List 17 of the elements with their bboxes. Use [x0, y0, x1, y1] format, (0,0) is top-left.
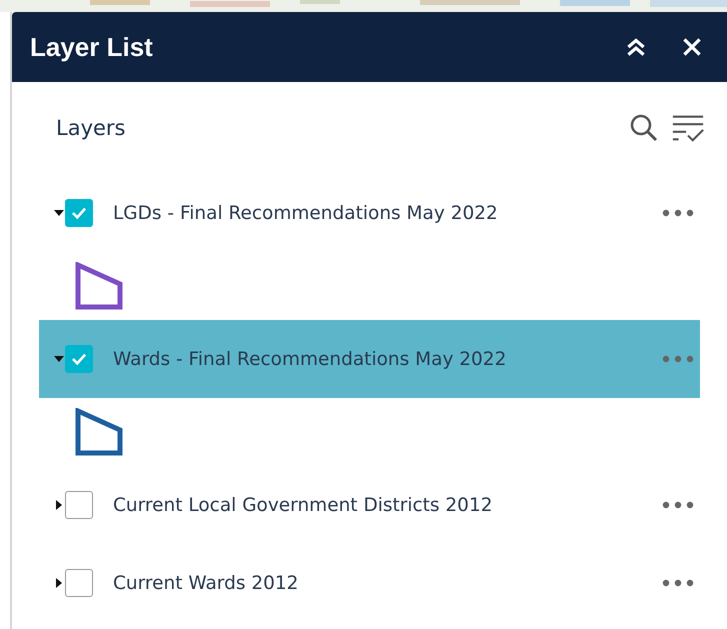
- checkbox[interactable]: [65, 569, 93, 597]
- layer-name: Current Wards 2012: [113, 572, 300, 594]
- layer-name: Current Local Government Districts 2012: [113, 494, 494, 516]
- more-icon[interactable]: [662, 209, 694, 217]
- more-icon[interactable]: [662, 501, 694, 509]
- layer-row[interactable]: Wards - Final Recommendations May 2022: [39, 320, 700, 398]
- layer-name: LGDs - Final Recommendations May 2022: [113, 202, 499, 224]
- more-icon[interactable]: [662, 579, 694, 587]
- layer-name: Wards - Final Recommendations May 2022: [113, 348, 508, 370]
- layer-row[interactable]: LGDs - Final Recommendations May 2022: [39, 174, 700, 252]
- checkbox[interactable]: [65, 199, 93, 227]
- section-title: Layers: [56, 116, 126, 140]
- layer-row[interactable]: Current Wards 2012: [39, 544, 700, 622]
- layer-row[interactable]: Current Local Government Districts 2012: [39, 466, 700, 544]
- checkbox[interactable]: [65, 345, 93, 373]
- panel-title: Layer List: [30, 32, 154, 62]
- checkbox[interactable]: [65, 491, 93, 519]
